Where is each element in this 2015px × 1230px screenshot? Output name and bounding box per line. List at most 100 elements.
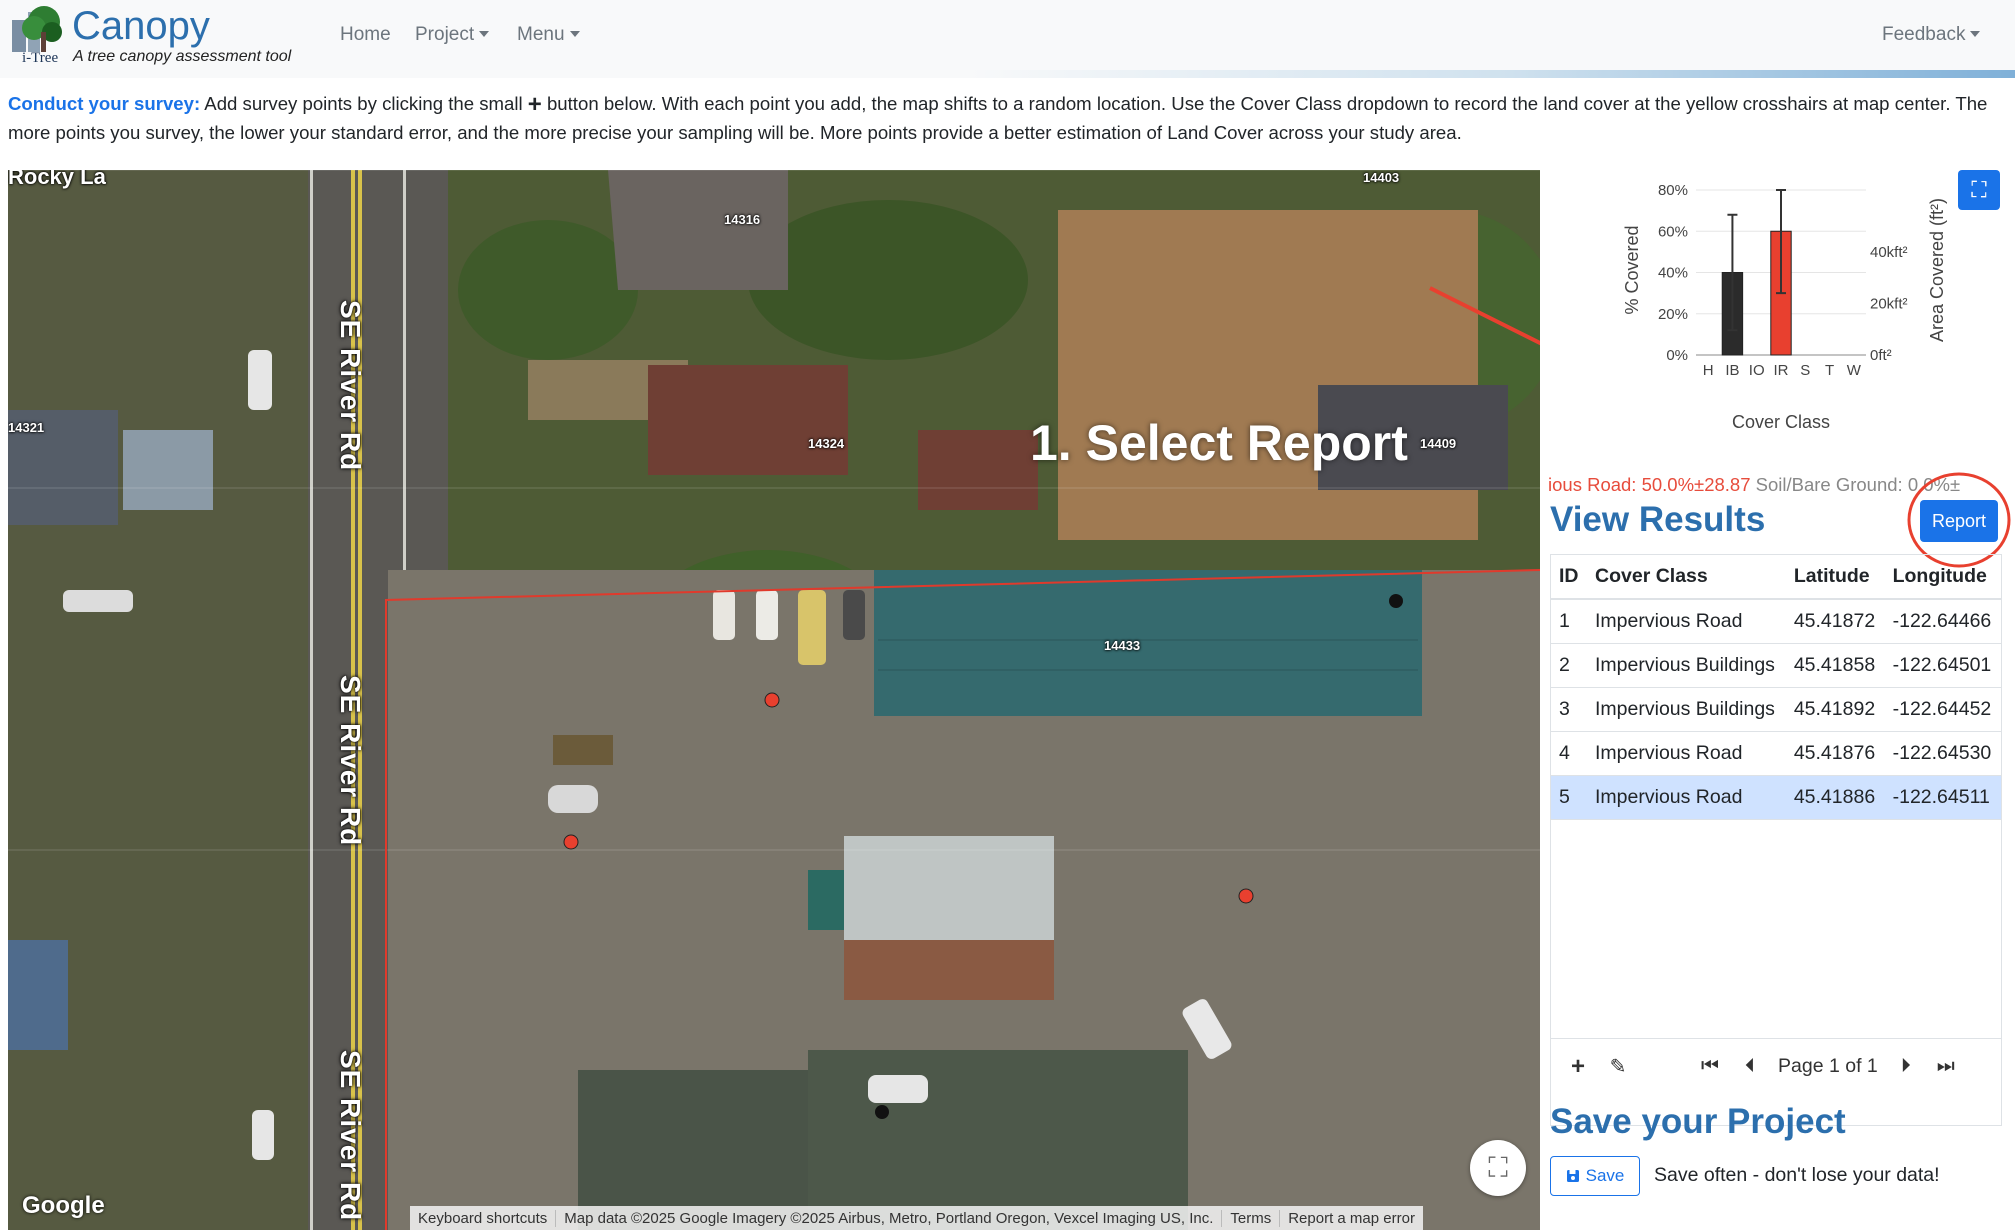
caret-down-icon [569, 31, 580, 37]
google-logo[interactable]: Google [22, 1192, 105, 1220]
parcel-label: 14433 [1104, 638, 1141, 653]
cell-id: 2 [1551, 643, 1588, 688]
last-page-icon[interactable]: ⏭ [1926, 1055, 1966, 1078]
road-label: SE River Rd [335, 300, 366, 472]
street-label-top: Rocky La [8, 170, 106, 189]
summary-impervious-road: ious Road: 50.0%±28.87 [1548, 474, 1756, 495]
brand-title[interactable]: Canopy [72, 4, 210, 49]
chart-x-tick-label: IB [1725, 362, 1739, 379]
column-header-cover-class[interactable]: Cover Class [1587, 555, 1786, 600]
nav-feedback-dropdown[interactable]: Feedback [1882, 24, 1981, 46]
chart-x-tick-label: IO [1749, 362, 1765, 379]
expand-icon[interactable]: ⛶ [1958, 170, 2000, 210]
chart-y-tick-label: 80% [1658, 182, 1688, 199]
instructions-lead: Conduct your survey: [8, 93, 201, 114]
nav-project-label: Project [415, 24, 475, 45]
page-indicator: Page 1 of 1 [1778, 1055, 1878, 1077]
cell-cover-class: Impervious Buildings [1587, 687, 1786, 732]
chart-x-tick-label: W [1847, 362, 1862, 379]
cell-latitude: 45.41872 [1785, 599, 1885, 644]
map-attribution-bar: Keyboard shortcuts Map data ©2025 Google… [410, 1206, 1423, 1230]
satellite-map[interactable]: Rocky La 14403 14316 14324 14409 14433 1… [8, 170, 1540, 1230]
chart-y2-title: Area Covered (ft²) [1927, 198, 1947, 342]
cell-cover-class: Impervious Road [1587, 731, 1786, 776]
first-page-icon[interactable]: ⏮ [1690, 1055, 1730, 1078]
nav-project-dropdown[interactable]: Project [415, 24, 490, 46]
floppy-disk-icon [1566, 1170, 1579, 1182]
cell-id: 5 [1551, 775, 1588, 820]
parcel-label: 14321 [8, 420, 45, 435]
select-report-annotation: 1. Select Report [1030, 415, 1408, 471]
cell-latitude: 45.41892 [1785, 687, 1885, 732]
results-table: ID Cover Class Latitude Longitude 1 Impe… [1551, 555, 2001, 820]
chart-y-tick-label: 0% [1666, 347, 1688, 364]
map-data-attribution: Map data ©2025 Google Imagery ©2025 Airb… [556, 1209, 1223, 1227]
table-row[interactable]: 1 Impervious Road 45.41872 -122.64466 [1551, 599, 2001, 644]
chart-y2-tick-label: 20kft² [1870, 295, 1908, 312]
nav-home[interactable]: Home [340, 24, 391, 46]
table-row[interactable]: 4 Impervious Road 45.41876 -122.64530 [1551, 731, 2001, 776]
chart-x-tick-label: T [1825, 362, 1834, 379]
cover-class-chart: 0% 20% 40% 60% 80% 0ft² 20kft² 40kft² H IB IO IR S T W… [1622, 182, 1947, 432]
cell-id: 4 [1551, 731, 1588, 776]
caret-down-icon [479, 31, 490, 37]
table-row-selected[interactable]: 5 Impervious Road 45.41886 -122.64511 [1551, 775, 2001, 820]
chart-x-tick-label: S [1800, 362, 1810, 379]
cell-latitude: 45.41886 [1785, 775, 1885, 820]
caret-down-icon [1970, 31, 1981, 37]
nav-feedback-label: Feedback [1882, 24, 1966, 45]
edit-icon[interactable]: ✎ [1598, 1054, 1638, 1079]
chart-y2-tick-label: 0ft² [1870, 347, 1892, 364]
column-header-id[interactable]: ID [1551, 555, 1588, 600]
chart-x-tick-label: IR [1774, 362, 1789, 379]
table-toolbar: + ✎ ⏮ ⏴ Page 1 of 1 ⏵ ⏭ [1550, 1038, 2002, 1094]
table-row[interactable]: 2 Impervious Buildings 45.41858 -122.645… [1551, 643, 2001, 688]
parcel-label: 14403 [1363, 170, 1400, 185]
results-panel: 0% 20% 40% 60% 80% 0ft² 20kft² 40kft² H IB IO IR S T W… [1548, 170, 2015, 1230]
chart-y-tick-label: 60% [1658, 223, 1688, 240]
instructions-text-1: Add survey points by clicking the small [200, 93, 528, 114]
save-button-label: Save [1585, 1166, 1625, 1185]
save-button[interactable]: Save [1550, 1156, 1640, 1196]
chart-y-tick-label: 20% [1658, 306, 1688, 323]
nav-menu-dropdown[interactable]: Menu [517, 24, 580, 46]
survey-instructions: Conduct your survey: Add survey points b… [8, 90, 2003, 147]
plus-icon: + [527, 91, 542, 118]
table-header-row: ID Cover Class Latitude Longitude [1551, 555, 2001, 600]
previous-page-icon[interactable]: ⏴ [1730, 1055, 1770, 1078]
parcel-label: 14324 [808, 436, 845, 451]
keyboard-shortcuts-link[interactable]: Keyboard shortcuts [410, 1209, 557, 1227]
cell-longitude: -122.64452 [1884, 687, 2001, 732]
cell-cover-class: Impervious Buildings [1587, 643, 1786, 688]
save-project-heading: Save your Project [1550, 1102, 1846, 1141]
cell-longitude: -122.64511 [1884, 775, 2001, 820]
report-map-error-link[interactable]: Report a map error [1280, 1210, 1423, 1227]
table-row[interactable]: 3 Impervious Buildings 45.41892 -122.644… [1551, 687, 2001, 732]
add-point-icon[interactable]: + [1558, 1053, 1598, 1081]
nav-accent-stripe [0, 70, 2015, 78]
recenter-icon[interactable]: ⛶ [1470, 1140, 1526, 1196]
map-imagery [8, 170, 1540, 1230]
parcel-label: 14316 [724, 212, 761, 227]
view-results-heading: View Results [1550, 500, 1766, 539]
save-note: Save often - don't lose your data! [1654, 1164, 1940, 1186]
next-page-icon[interactable]: ⏵ [1886, 1055, 1926, 1078]
chart-x-title: Cover Class [1732, 412, 1830, 432]
terms-link[interactable]: Terms [1222, 1209, 1281, 1227]
column-header-longitude[interactable]: Longitude [1884, 555, 2001, 600]
cell-cover-class: Impervious Road [1587, 599, 1786, 644]
brand-subtitle: A tree canopy assessment tool [73, 48, 292, 65]
chart-y-tick-label: 40% [1658, 265, 1688, 282]
cell-id: 3 [1551, 687, 1588, 732]
column-header-latitude[interactable]: Latitude [1785, 555, 1885, 600]
cell-longitude: -122.64530 [1884, 731, 2001, 776]
parcel-label: 14409 [1420, 436, 1457, 451]
cell-id: 1 [1551, 599, 1588, 644]
cell-latitude: 45.41876 [1785, 731, 1885, 776]
cell-longitude: -122.64501 [1884, 643, 2001, 688]
cell-cover-class: Impervious Road [1587, 775, 1786, 820]
chart-y-title: % Covered [1622, 225, 1642, 314]
chart-y2-tick-label: 40kft² [1870, 244, 1908, 261]
chart-x-tick-label: H [1703, 362, 1714, 379]
cell-longitude: -122.64466 [1884, 599, 2001, 644]
